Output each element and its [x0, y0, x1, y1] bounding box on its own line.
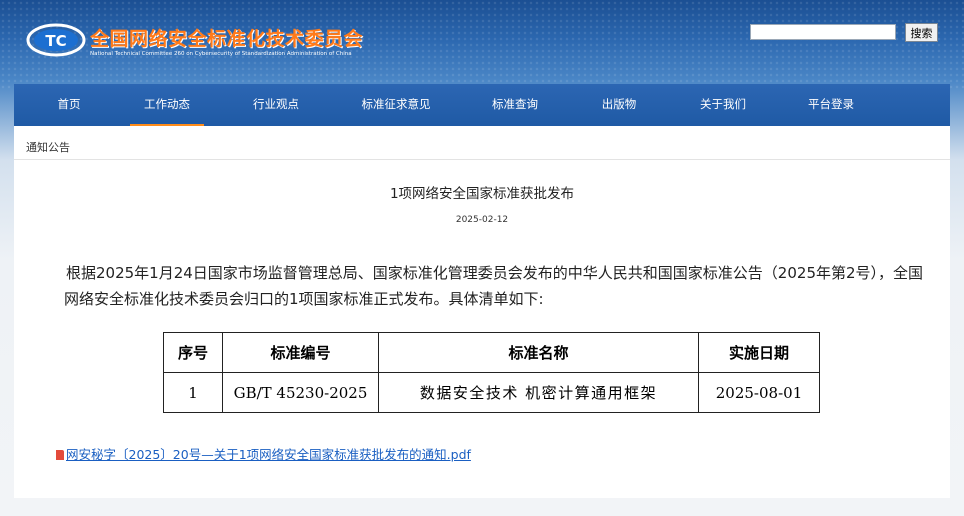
logo-text: TC — [45, 32, 66, 50]
col-header-standard-name: 标准名称 — [378, 332, 699, 373]
cell-index: 1 — [163, 372, 223, 413]
article-body: 根据2025年1月24日国家市场监督管理总局、国家标准化管理委员会发布的中华人民… — [64, 264, 924, 308]
tc260-logo-icon[interactable]: TC — [26, 20, 86, 60]
col-header-effective-date: 实施日期 — [698, 332, 820, 373]
table-row: 1 GB/T 45230-2025 数据安全技术 机密计算通用框架 2025-0… — [163, 372, 820, 413]
nav-item-work-news[interactable]: 工作动态 — [130, 84, 204, 126]
breadcrumb: 通知公告 — [14, 126, 950, 160]
site-subtitle: National Technical Committee 260 on Cybe… — [90, 51, 352, 57]
cell-effective-date: 2025-08-01 — [698, 372, 820, 413]
attachment-link[interactable]: 网安秘字〔2025〕20号—关于1项网络安全国家标准获批发布的通知.pdf — [66, 447, 471, 462]
pdf-icon — [56, 450, 64, 460]
col-header-standard-number: 标准编号 — [222, 332, 379, 373]
main-nav: 首页 工作动态 行业观点 标准征求意见 标准查询 出版物 关于我们 平台登录 — [14, 84, 950, 126]
breadcrumb-item-notices[interactable]: 通知公告 — [26, 139, 70, 155]
col-header-index: 序号 — [163, 332, 223, 373]
nav-item-industry-views[interactable]: 行业观点 — [239, 84, 313, 126]
nav-item-publications[interactable]: 出版物 — [587, 84, 651, 126]
site-header: TC 全国网络安全标准化技术委员会 National Technical Com… — [0, 0, 964, 84]
search-input[interactable] — [750, 24, 896, 40]
nav-item-standard-query[interactable]: 标准查询 — [478, 84, 552, 126]
site-title[interactable]: 全国网络安全标准化技术委员会 — [90, 24, 363, 51]
nav-item-home[interactable]: 首页 — [34, 84, 104, 126]
table-header-row: 序号 标准编号 标准名称 实施日期 — [163, 332, 820, 373]
standards-table: 序号 标准编号 标准名称 实施日期 1 GB/T 45230-2025 数据安全… — [163, 332, 820, 413]
nav-item-standard-comments[interactable]: 标准征求意见 — [351, 84, 441, 126]
nav-item-platform-login[interactable]: 平台登录 — [794, 84, 868, 126]
nav-item-about-us[interactable]: 关于我们 — [686, 84, 760, 126]
article-title: 1项网络安全国家标准获批发布 — [389, 186, 575, 202]
article-date: 2025-02-12 — [455, 215, 509, 225]
article-panel: 通知公告 1项网络安全国家标准获批发布 2025-02-12 根据2025年1月… — [14, 126, 950, 498]
attachment: 网安秘字〔2025〕20号—关于1项网络安全国家标准获批发布的通知.pdf — [56, 444, 471, 463]
cell-standard-name: 数据安全技术 机密计算通用框架 — [378, 372, 699, 413]
search-button[interactable]: 搜索 — [905, 23, 938, 42]
cell-standard-number: GB/T 45230-2025 — [222, 372, 379, 413]
